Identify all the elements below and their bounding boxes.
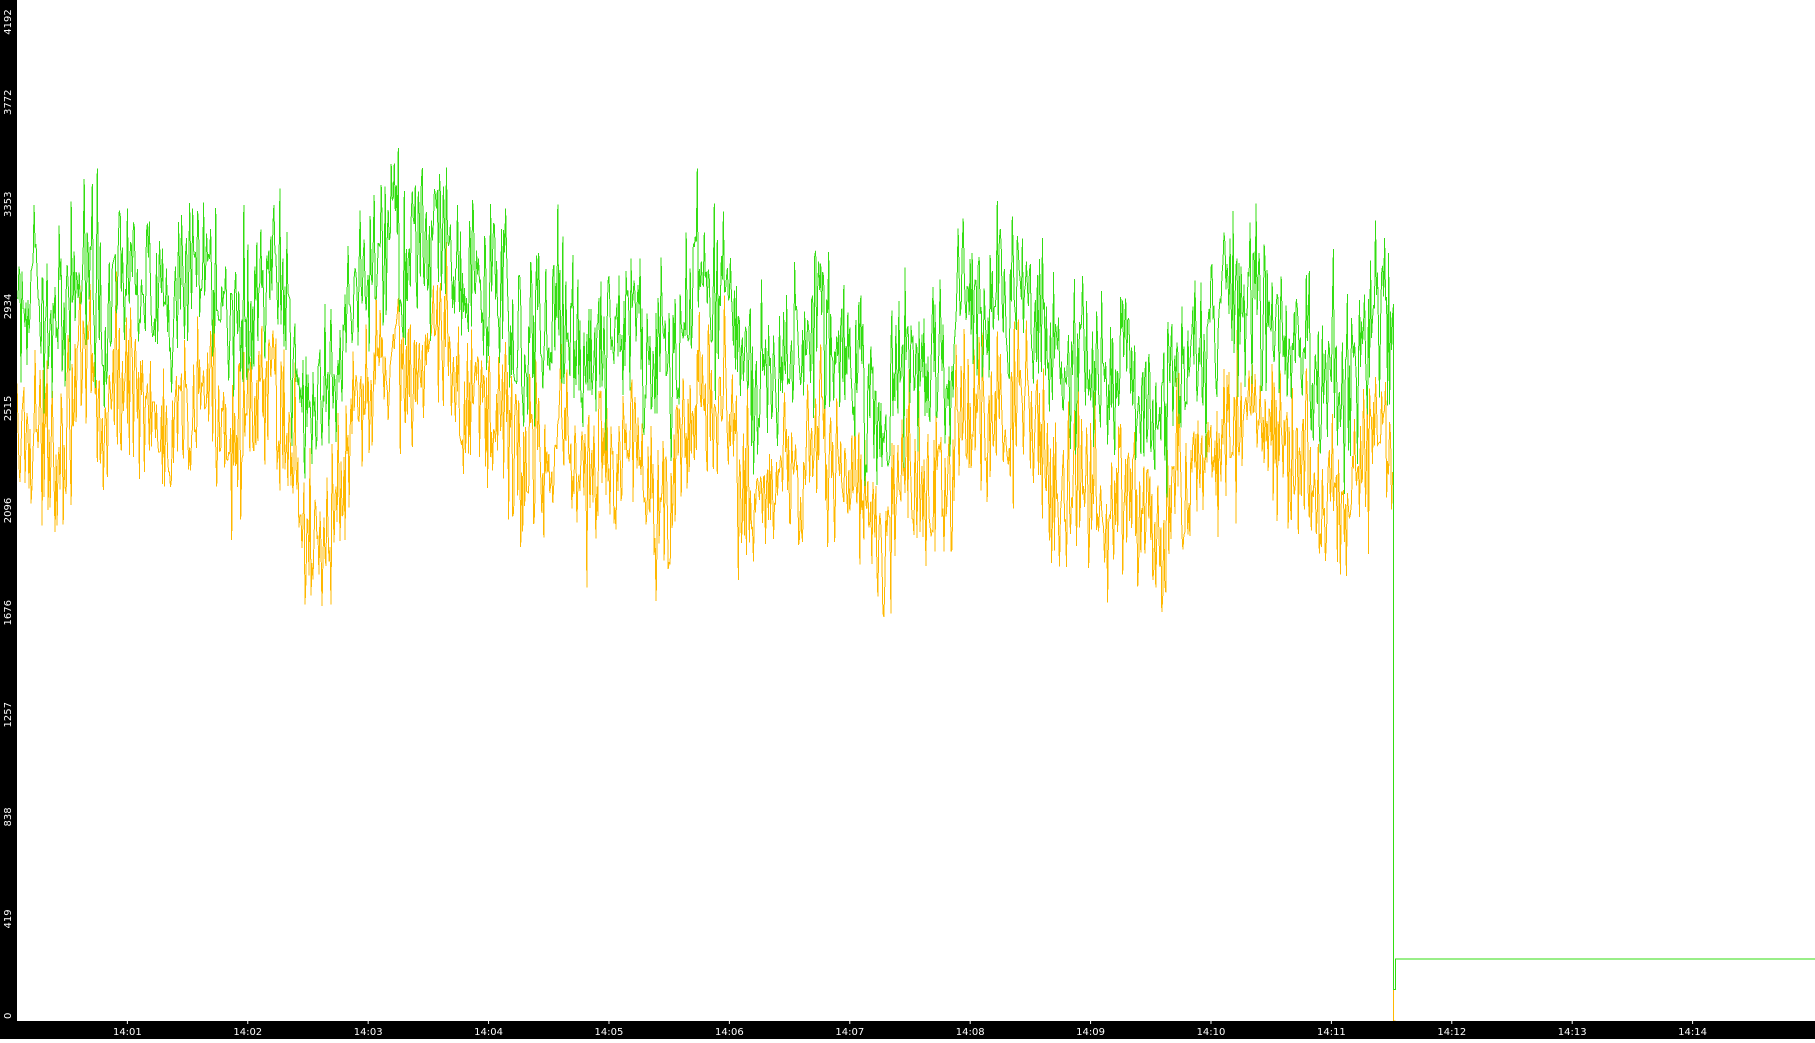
series-line-2 — [16, 147, 1815, 990]
x-tick-label: 14:08 — [956, 1027, 985, 1038]
y-tick-label: 419 — [3, 909, 14, 928]
axes: 0 419 838 1257 1676 2096 2515 2934 3353 3772 4192 1… — [0, 0, 1815, 1039]
x-tick-label: 14:03 — [354, 1027, 383, 1038]
x-tick-label: 14:14 — [1678, 1027, 1707, 1038]
y-tick-label: 1257 — [3, 702, 14, 727]
x-tick-label: 14:02 — [233, 1027, 262, 1038]
y-tick-label: 3353 — [3, 192, 14, 217]
y-tick-label: 838 — [3, 807, 14, 826]
chart-root: 0 419 838 1257 1676 2096 2515 2934 3353 3772 4192 1… — [0, 0, 1815, 1039]
x-axis-bar — [0, 1021, 1815, 1039]
y-tick-label: 1676 — [3, 600, 14, 625]
plot-area — [16, 147, 1815, 1022]
x-tick-label: 14:07 — [835, 1027, 864, 1038]
x-tick-label: 14:09 — [1076, 1027, 1105, 1038]
x-tick-label: 14:01 — [113, 1027, 142, 1038]
x-tick-label: 14:05 — [595, 1027, 624, 1038]
line-chart: 0 419 838 1257 1676 2096 2515 2934 3353 3772 4192 1… — [0, 0, 1815, 1039]
y-tick-label: 3772 — [3, 90, 14, 115]
y-tick-label: 4192 — [3, 9, 14, 34]
y-tick-label: 2096 — [3, 498, 14, 523]
y-tick-label: 0 — [3, 1013, 14, 1019]
x-tick-label: 14:11 — [1317, 1027, 1346, 1038]
x-tick-label: 14:12 — [1437, 1027, 1466, 1038]
y-tick-label: 2934 — [3, 294, 14, 319]
x-tick-label: 14:13 — [1558, 1027, 1587, 1038]
x-tick-label: 14:04 — [474, 1027, 503, 1038]
x-tick-label: 14:06 — [715, 1027, 744, 1038]
x-tick-label: 14:10 — [1197, 1027, 1226, 1038]
y-tick-label: 2515 — [3, 396, 14, 421]
